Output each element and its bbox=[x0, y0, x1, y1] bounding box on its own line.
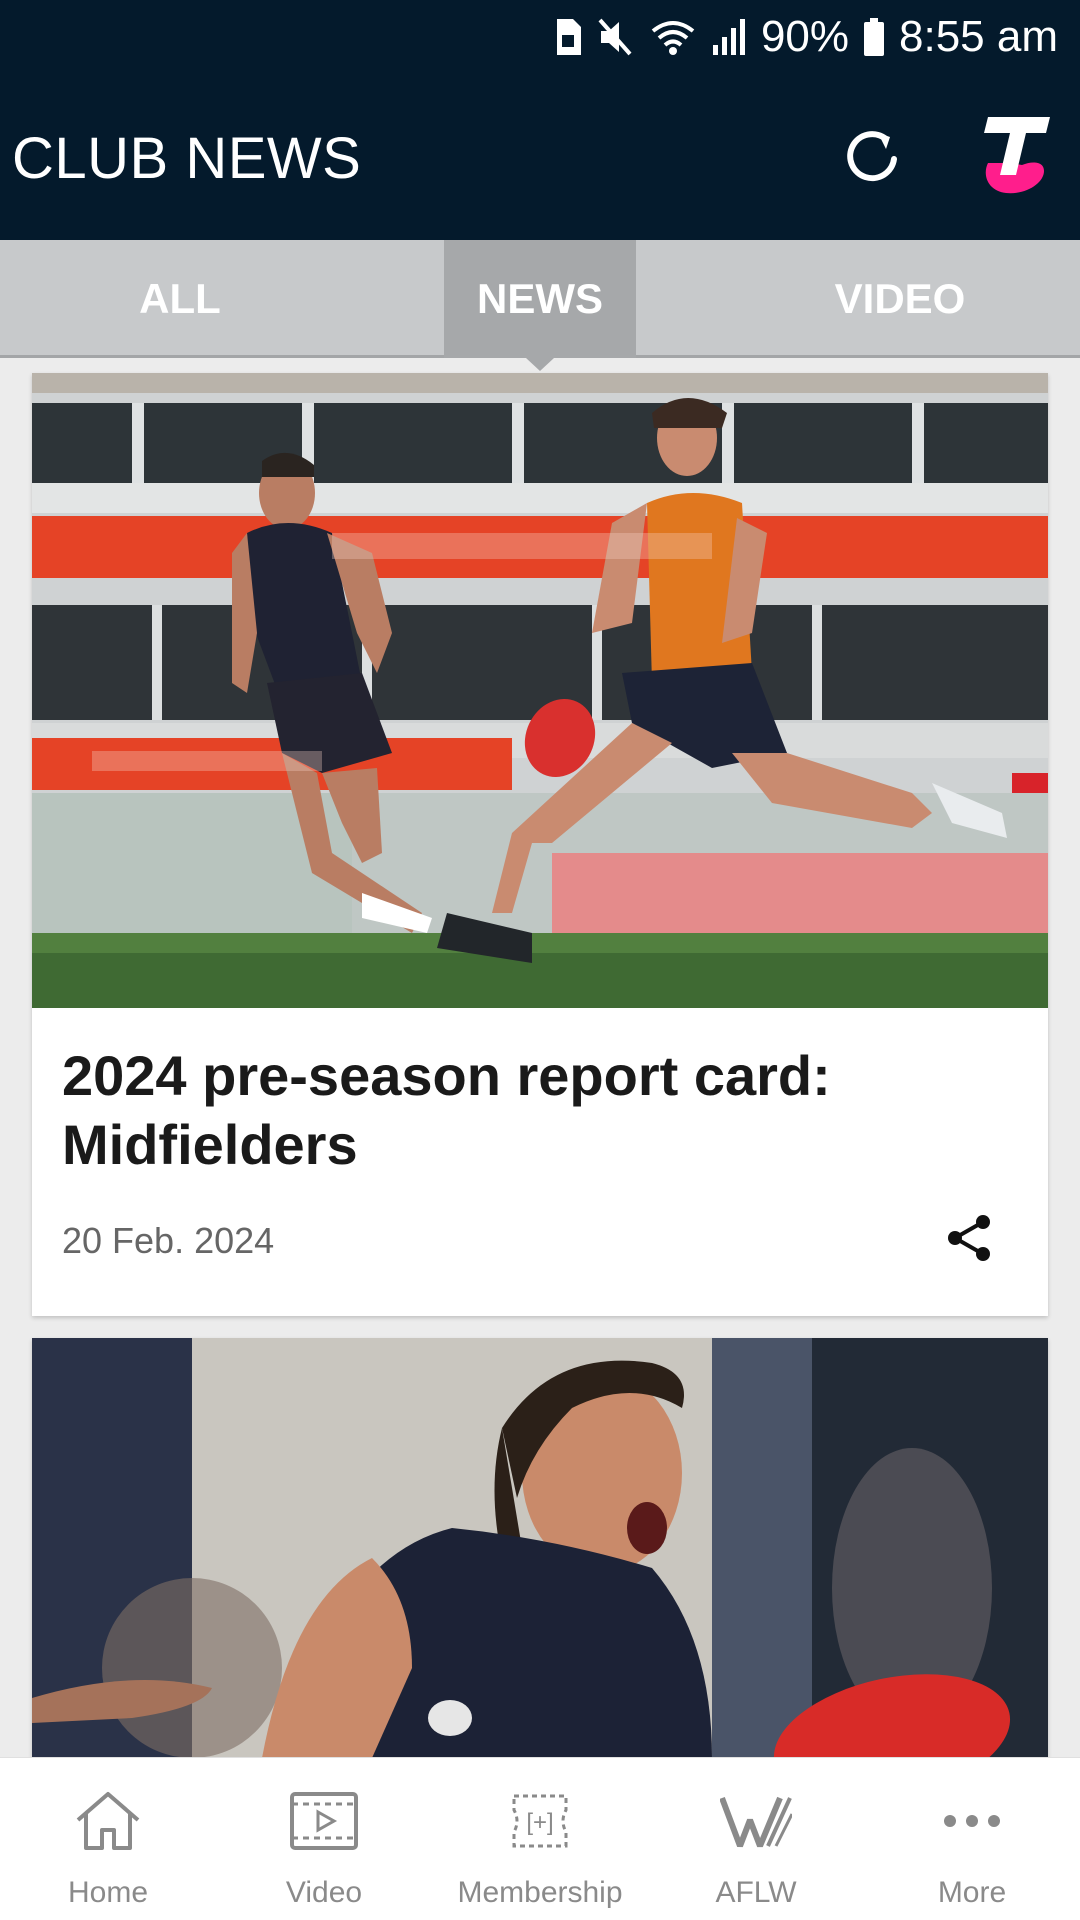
page-title: CLUB NEWS bbox=[12, 126, 362, 191]
video-icon bbox=[290, 1792, 358, 1850]
nav-label: Home bbox=[67, 1876, 149, 1909]
wifi-icon bbox=[649, 17, 697, 57]
nav-label: Membership bbox=[457, 1876, 623, 1909]
nav-label: More bbox=[937, 1876, 1007, 1909]
article-date: 20 Feb. 2024 bbox=[62, 1220, 275, 1261]
clock-time: 8:55 am bbox=[899, 12, 1058, 61]
article-card[interactable] bbox=[32, 1338, 1048, 1758]
status-bar: 90% 8:55 am bbox=[0, 0, 1080, 75]
nav-video[interactable]: Video bbox=[216, 1758, 432, 1920]
app-header: CLUB NEWS bbox=[0, 75, 1080, 240]
telstra-logo[interactable] bbox=[980, 113, 1052, 197]
selected-tab-indicator bbox=[526, 358, 554, 371]
tab-video[interactable]: VIDEO bbox=[720, 240, 1080, 358]
tab-all[interactable]: ALL bbox=[0, 240, 360, 358]
bottom-navigation: Home Video [+] Membership AFLW More bbox=[0, 1757, 1080, 1920]
share-button[interactable] bbox=[945, 1213, 993, 1263]
nav-more[interactable]: More bbox=[864, 1758, 1080, 1920]
share-icon bbox=[948, 1215, 990, 1261]
more-icon bbox=[944, 1815, 1000, 1827]
svg-text:[+]: [+] bbox=[526, 1809, 553, 1836]
nav-home[interactable]: Home bbox=[0, 1758, 216, 1920]
signal-icon bbox=[711, 17, 747, 57]
article-photo bbox=[32, 373, 1048, 1008]
nav-label: AFLW bbox=[715, 1876, 797, 1909]
status-icons: 90% 8:55 am bbox=[553, 12, 1058, 62]
refresh-button[interactable] bbox=[840, 125, 904, 189]
aflw-icon bbox=[720, 1796, 792, 1848]
nav-label: Video bbox=[285, 1876, 363, 1909]
battery-percent: 90% bbox=[760, 12, 850, 61]
nav-membership[interactable]: [+] Membership bbox=[432, 1758, 648, 1920]
article-photo bbox=[32, 1338, 1048, 1758]
membership-icon: [+] bbox=[512, 1794, 568, 1848]
mute-icon bbox=[597, 17, 635, 57]
article-card[interactable]: 2024 pre-season report card: Midfielders… bbox=[32, 373, 1048, 1316]
battery-icon bbox=[863, 17, 885, 57]
refresh-icon bbox=[847, 131, 897, 182]
nav-aflw[interactable]: AFLW bbox=[648, 1758, 864, 1920]
home-icon bbox=[76, 1792, 140, 1850]
article-title: 2024 pre-season report card: Midfielders bbox=[62, 1044, 831, 1176]
tab-bar: ALL NEWS VIDEO bbox=[0, 240, 1080, 358]
sim-card-icon bbox=[553, 17, 583, 57]
tab-news[interactable]: NEWS bbox=[444, 240, 636, 358]
